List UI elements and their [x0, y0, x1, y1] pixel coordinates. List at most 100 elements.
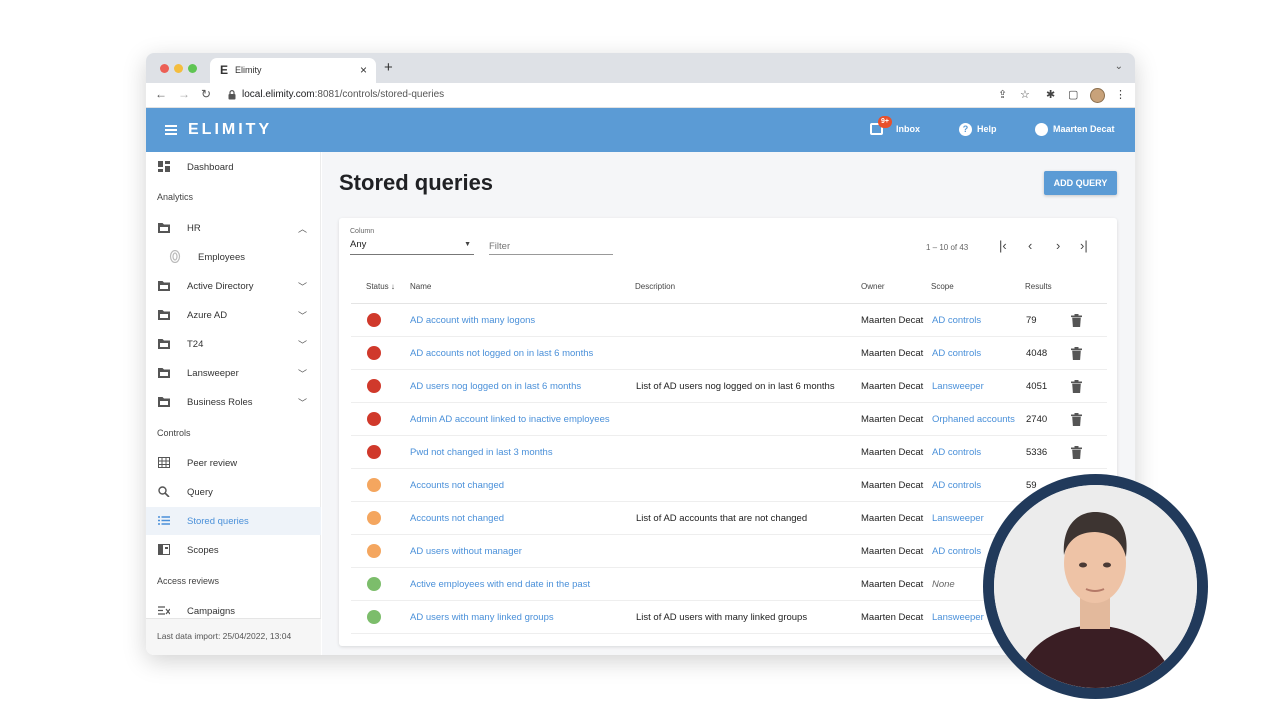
- query-scope-link[interactable]: Lansweeper: [932, 513, 984, 524]
- header-status[interactable]: Status ↓: [366, 282, 395, 291]
- sidebar-item-label: Lansweeper: [187, 368, 239, 379]
- section-heading-controls: Controls: [157, 428, 191, 438]
- header-description[interactable]: Description: [635, 282, 675, 291]
- sidebar-item-dashboard[interactable]: Dashboard: [146, 153, 321, 181]
- delete-trash-icon[interactable]: [1071, 446, 1082, 459]
- chevron-down-icon[interactable]: ﹀: [298, 338, 307, 351]
- query-owner: Maarten Decat: [861, 315, 924, 326]
- sidebar-item-peer-review[interactable]: Peer review: [146, 449, 321, 477]
- table-row[interactable]: AD accounts not logged on in last 6 mont…: [351, 337, 1107, 370]
- tab-search-icon[interactable]: ⌄: [1115, 61, 1123, 72]
- folder-icon: [158, 281, 170, 291]
- chevron-up-icon[interactable]: ︿: [298, 222, 307, 235]
- profile-avatar[interactable]: [1090, 88, 1105, 103]
- table-row[interactable]: AD users nog logged on in last 6 months L…: [351, 370, 1107, 403]
- sidebar-item-employees[interactable]: Employees: [146, 243, 321, 271]
- inbox-link[interactable]: Inbox: [896, 124, 920, 134]
- filter-input[interactable]: [489, 239, 613, 255]
- sidebar-item-stored-queries[interactable]: Stored queries: [146, 507, 321, 535]
- first-page-icon[interactable]: |‹: [999, 238, 1007, 253]
- column-select-value: Any: [350, 239, 367, 250]
- sidebar-item-query[interactable]: Query: [146, 478, 321, 506]
- new-tab-button[interactable]: +: [384, 59, 393, 76]
- query-name-link[interactable]: AD users without manager: [410, 546, 522, 557]
- header-results[interactable]: Results: [1025, 282, 1052, 291]
- delete-trash-icon[interactable]: [1071, 347, 1082, 360]
- share-icon[interactable]: ⇪: [998, 88, 1007, 101]
- table-row[interactable]: Accounts not changed Maarten Decat AD cont…: [351, 469, 1107, 502]
- previous-page-icon[interactable]: ‹: [1028, 238, 1032, 253]
- sidepanel-icon[interactable]: ▢: [1068, 88, 1078, 101]
- header-scope[interactable]: Scope: [931, 282, 954, 291]
- extensions-puzzle-icon[interactable]: ✱: [1046, 88, 1055, 101]
- user-account-icon[interactable]: [1035, 123, 1048, 136]
- query-scope-link[interactable]: AD controls: [932, 348, 981, 359]
- table-row[interactable]: Pwd not changed in last 3 months Maarten …: [351, 436, 1107, 469]
- user-menu[interactable]: Maarten Decat: [1053, 124, 1115, 134]
- query-name-link[interactable]: Pwd not changed in last 3 months: [410, 447, 553, 458]
- video-frame: E Elimity × + ⌄ ← → ↻ local.elimity.com:…: [0, 0, 1280, 720]
- back-arrow-icon[interactable]: ←: [155, 87, 167, 101]
- table-row[interactable]: Admin AD account linked to inactive empl…: [351, 403, 1107, 436]
- maximize-window-button[interactable]: [188, 64, 197, 73]
- forward-arrow-icon[interactable]: →: [178, 87, 190, 101]
- minimize-window-button[interactable]: [174, 64, 183, 73]
- tab-strip: E Elimity × + ⌄: [146, 53, 1135, 83]
- query-scope-link[interactable]: Orphaned accounts: [932, 414, 1015, 425]
- help-link[interactable]: Help: [977, 124, 997, 134]
- sidebar-item-active-directory[interactable]: Active Directory ﹀: [146, 272, 321, 300]
- hamburger-menu-icon[interactable]: [165, 125, 177, 135]
- sidebar-item-t24[interactable]: T24 ﹀: [146, 330, 321, 358]
- query-scope-link[interactable]: AD controls: [932, 447, 981, 458]
- address-bar[interactable]: local.elimity.com:8081/controls/stored-q…: [242, 89, 444, 100]
- chevron-down-icon[interactable]: ﹀: [298, 396, 307, 409]
- chevron-down-icon[interactable]: ﹀: [298, 280, 307, 293]
- sidebar-item-business-roles[interactable]: Business Roles ﹀: [146, 388, 321, 416]
- query-scope-link[interactable]: AD controls: [932, 546, 981, 557]
- sidebar-item-scopes[interactable]: Scopes: [146, 536, 321, 564]
- query-name-link[interactable]: AD accounts not logged on in last 6 mont…: [410, 348, 593, 359]
- caret-down-icon: ▼: [464, 241, 471, 248]
- chevron-down-icon[interactable]: ﹀: [298, 309, 307, 322]
- query-description: List of AD users with many linked groups: [636, 612, 808, 623]
- sidebar-item-lansweeper[interactable]: Lansweeper ﹀: [146, 359, 321, 387]
- column-select[interactable]: Any ▼: [350, 239, 474, 255]
- help-icon[interactable]: ?: [959, 123, 972, 136]
- brand-logo[interactable]: ELIMITY: [188, 121, 272, 139]
- query-description: List of AD accounts that are not changed: [636, 513, 808, 524]
- query-owner: Maarten Decat: [861, 513, 924, 524]
- delete-trash-icon[interactable]: [1071, 380, 1082, 393]
- sidebar-item-hr[interactable]: HR ︿: [146, 214, 321, 242]
- reload-icon[interactable]: ↻: [201, 87, 211, 101]
- last-page-icon[interactable]: ›|: [1080, 238, 1088, 253]
- browser-menu-icon[interactable]: ⋮: [1115, 88, 1126, 101]
- close-window-button[interactable]: [160, 64, 169, 73]
- header-owner[interactable]: Owner: [861, 282, 885, 291]
- query-scope-link[interactable]: Lansweeper: [932, 612, 984, 623]
- query-name-link[interactable]: AD users nog logged on in last 6 months: [410, 381, 581, 392]
- query-name-link[interactable]: Accounts not changed: [410, 513, 504, 524]
- query-name-link[interactable]: AD account with many logons: [410, 315, 535, 326]
- header-name[interactable]: Name: [410, 282, 431, 291]
- chevron-down-icon[interactable]: ﹀: [298, 367, 307, 380]
- tab-close-icon[interactable]: ×: [360, 63, 367, 77]
- add-query-button[interactable]: ADD QUERY: [1044, 171, 1117, 195]
- query-scope-link[interactable]: AD controls: [932, 480, 981, 491]
- next-page-icon[interactable]: ›: [1056, 238, 1060, 253]
- sidebar-item-label: Campaigns: [187, 606, 236, 617]
- delete-trash-icon[interactable]: [1071, 413, 1082, 426]
- query-name-link[interactable]: Admin AD account linked to inactive empl…: [410, 414, 610, 425]
- sidebar-item-label: Stored queries: [187, 516, 249, 527]
- delete-trash-icon[interactable]: [1071, 314, 1082, 327]
- sidebar-item-azure-ad[interactable]: Azure AD ﹀: [146, 301, 321, 329]
- query-name-link[interactable]: Active employees with end date in the pa…: [410, 579, 590, 590]
- query-name-link[interactable]: AD users with many linked groups: [410, 612, 554, 623]
- query-name-link[interactable]: Accounts not changed: [410, 480, 504, 491]
- status-indicator: [367, 478, 381, 492]
- query-scope-link[interactable]: AD controls: [932, 315, 981, 326]
- table-row[interactable]: AD account with many logons Maarten Decat…: [351, 304, 1107, 337]
- table-row[interactable]: Accounts not changed List of AD accounts …: [351, 502, 1107, 535]
- browser-tab[interactable]: E Elimity ×: [210, 58, 376, 83]
- query-scope-link[interactable]: Lansweeper: [932, 381, 984, 392]
- bookmark-star-icon[interactable]: ☆: [1020, 88, 1030, 101]
